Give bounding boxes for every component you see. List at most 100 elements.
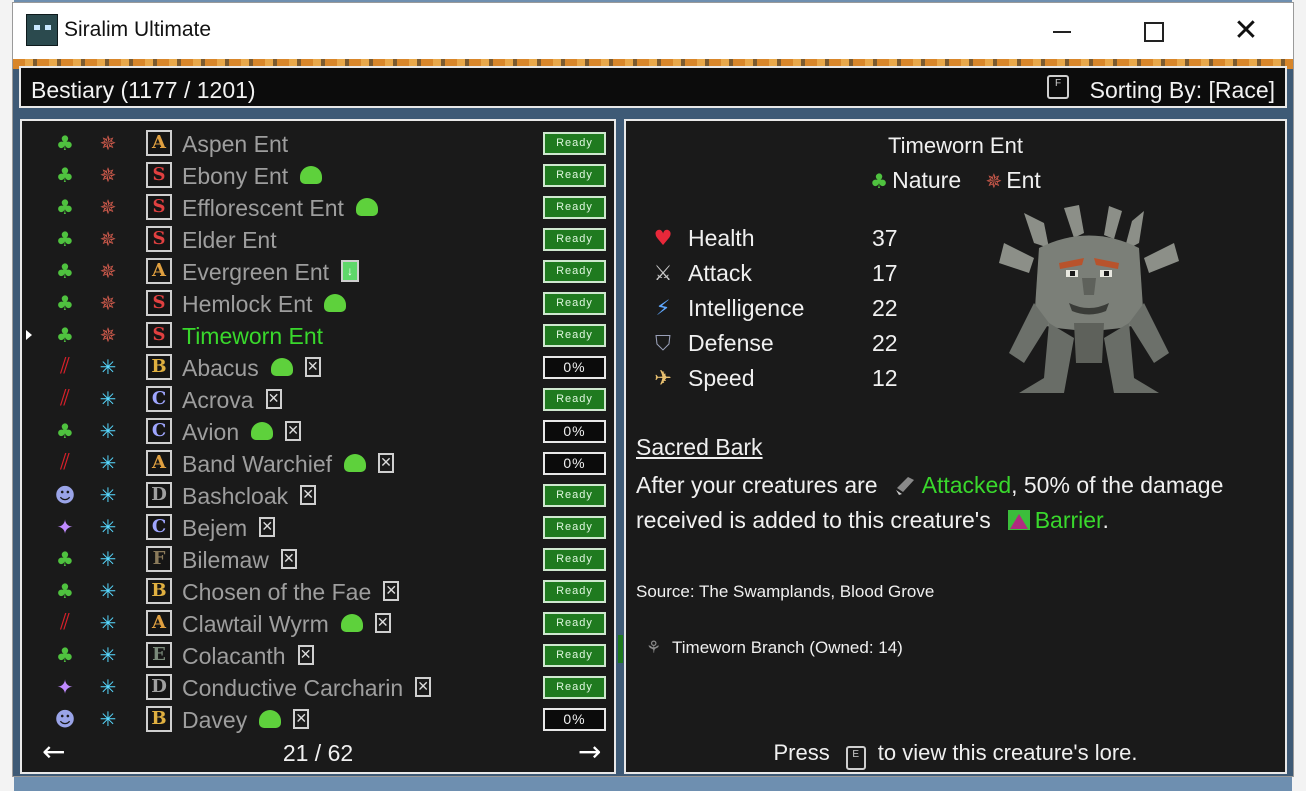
creature-list-panel: ♣ ✵ A Aspen Ent Ready ♣ ✵ S Ebony Ent Ready ♣ ✵ S Eff… [20,119,616,774]
not-owned-icon: ✕ [259,516,276,537]
creature-name-text: Ebony Ent [182,163,289,189]
lore-hint-post: to view this creature's lore. [877,740,1138,765]
status-badge: Ready [543,612,606,635]
creature-name-text: Chosen of the Fae [182,579,372,605]
maximize-button[interactable] [1108,3,1200,59]
trait-text-1: After your creatures are [636,472,878,498]
status-badge: Ready [543,548,606,571]
creature-row[interactable]: ⫽ ✳ B Abacus ✕ 0% [22,351,614,383]
minimize-button[interactable] [1016,3,1108,59]
close-icon: ✕ [1233,14,1259,47]
slime-flag-icon [340,613,363,632]
stat-value: 22 [872,330,898,356]
wing-icon: ✈ [654,366,672,390]
title-bar[interactable]: Siralim Ultimate ✕ [13,3,1293,59]
selection-cursor-icon [26,330,32,340]
status-badge: Ready [543,516,606,539]
creature-name-text: Abacus [182,355,259,381]
creature-row[interactable]: ♣ ✳ C Avion ✕ 0% [22,415,614,447]
sort-key-icon[interactable]: F [1047,75,1069,99]
creature-row[interactable]: ♣ ✳ F Bilemaw ✕ Ready [22,543,614,575]
potion-flag-icon: ↓ [341,259,360,282]
death-icon: ☻ [54,483,76,507]
arcane-icon: ✦ [56,515,74,539]
creature-row[interactable]: ⫽ ✳ A Band Warchief ✕ 0% [22,447,614,479]
lore-key-icon[interactable]: E [845,746,866,770]
status-badge: Ready [543,580,606,603]
star-race-icon: ✳ [99,387,117,411]
creature-row[interactable]: ♣ ✵ A Aspen Ent Ready [22,127,614,159]
keyword-attacked[interactable]: Attacked [922,472,1012,498]
not-owned-icon: ✕ [383,580,400,601]
rank-badge: S [146,322,172,348]
next-page-arrow-icon[interactable]: → [578,735,601,768]
arcane-icon: ✦ [56,675,74,699]
star-race-icon: ✳ [99,451,117,475]
creature-row[interactable]: ⫽ ✳ A Clawtail Wyrm ✕ Ready [22,607,614,639]
rank-badge: S [146,194,172,220]
creature-row[interactable]: ☻ ✳ B Davey ✕ 0% [22,703,614,735]
star-race-icon: ✳ [99,675,117,699]
rank-badge: A [146,450,172,476]
creature-row[interactable]: ♣ ✵ A Evergreen Ent ↓ Ready [22,255,614,287]
creature-name-label: Aspen Ent [182,131,288,158]
status-badge: Ready [543,644,606,667]
creature-row[interactable]: ♣ ✵ S Timeworn Ent Ready [22,319,614,351]
creature-row[interactable]: ♣ ✳ E Colacanth ✕ Ready [22,639,614,671]
not-owned-icon: ✕ [378,452,394,473]
creature-row[interactable]: ♣ ✳ B Chosen of the Fae ✕ Ready [22,575,614,607]
creature-name-text: Efflorescent Ent [182,195,344,221]
close-button[interactable]: ✕ [1200,3,1292,59]
creature-row[interactable]: ⫽ ✳ C Acrova ✕ Ready [22,383,614,415]
creature-name-label: Evergreen Ent ↓ [182,259,360,286]
not-owned-icon: ✕ [265,388,282,409]
ent-race-icon: ✵ [99,323,117,347]
status-badge: 0% [543,356,606,379]
stat-label: Health [688,225,755,251]
nature-class-icon: ♣ [870,169,889,193]
stat-row: ✈ Speed 12 [650,361,930,393]
slime-flag-icon [300,165,323,184]
stat-label: Defense [688,330,774,356]
rank-badge: S [146,162,172,188]
slime-flag-icon [355,197,378,216]
creature-row[interactable]: ♣ ✵ S Efflorescent Ent Ready [22,191,614,223]
desktop-background-right [1292,0,1306,791]
creature-name-label: Davey ✕ [182,707,310,734]
status-badge: Ready [543,260,606,283]
star-race-icon: ✳ [99,483,117,507]
creature-row[interactable]: ♣ ✵ S Elder Ent Ready [22,223,614,255]
creature-row[interactable]: ✦ ✳ D Conductive Carcharin ✕ Ready [22,671,614,703]
creature-row[interactable]: ♣ ✵ S Ebony Ent Ready [22,159,614,191]
keyword-barrier[interactable]: Barrier [1035,507,1103,533]
sort-label[interactable]: Sorting By: [Race] [1090,77,1275,104]
rank-badge: B [146,354,172,380]
creature-name-label: Bilemaw ✕ [182,547,297,574]
stat-value: 37 [872,225,898,251]
creature-row[interactable]: ♣ ✵ S Hemlock Ent Ready [22,287,614,319]
creature-name-label: Acrova ✕ [182,387,282,414]
status-badge: 0% [543,708,606,731]
status-badge: Ready [543,292,606,315]
creature-row[interactable]: ☻ ✳ D Bashcloak ✕ Ready [22,479,614,511]
rank-badge: S [146,290,172,316]
nature-icon: ♣ [56,259,74,283]
status-badge: Ready [543,324,606,347]
stat-row: ⚔ Attack 17 [650,256,930,288]
nature-icon: ♣ [56,579,74,603]
creature-name-label: Ebony Ent [182,163,323,190]
status-badge: Ready [543,676,606,699]
window-title: Siralim Ultimate [64,18,212,41]
rank-badge: E [146,642,172,668]
creature-name-text: Bashcloak [182,483,289,509]
ent-race-icon: ✵ [99,291,117,315]
nature-icon: ♣ [56,131,74,155]
rank-badge: F [146,546,172,572]
creature-name-label: Clawtail Wyrm ✕ [182,611,391,638]
material-line: ⚘ Timeworn Branch (Owned: 14) [646,638,903,658]
slime-flag-icon [344,453,366,472]
creature-row[interactable]: ✦ ✳ C Bejem ✕ Ready [22,511,614,543]
status-badge: Ready [543,164,606,187]
creature-name-text: Elder Ent [182,227,277,253]
rank-badge: B [146,578,172,604]
